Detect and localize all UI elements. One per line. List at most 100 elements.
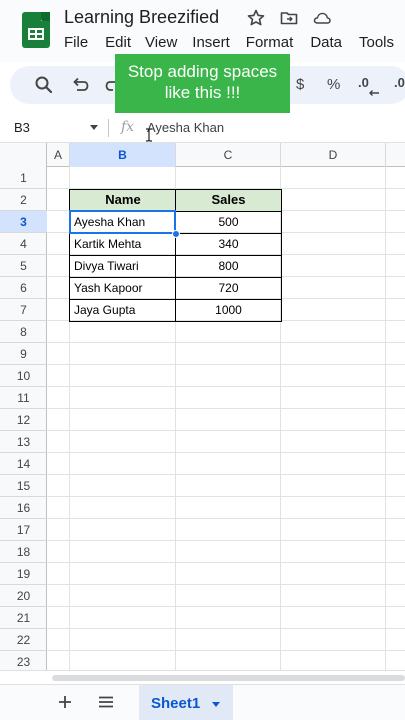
header-cell-sales[interactable]: Sales — [176, 189, 281, 211]
column-header-c[interactable]: C — [176, 143, 281, 167]
menu-data[interactable]: Data — [310, 34, 342, 51]
cloud-status-icon[interactable] — [312, 8, 332, 28]
table-border — [281, 189, 282, 322]
increase-decimal-button[interactable]: .00 — [394, 75, 405, 90]
row-gridline — [47, 628, 405, 629]
cell-sales[interactable]: 720 — [176, 277, 281, 299]
row-gridline — [47, 650, 405, 651]
menu-file[interactable]: File — [64, 34, 88, 51]
row-header[interactable]: 13 — [0, 431, 47, 453]
row-header[interactable]: 17 — [0, 519, 47, 541]
row-header[interactable]: 5 — [0, 255, 47, 277]
tip-banner-line-1: Stop adding spaces — [127, 62, 278, 81]
column-header-d[interactable]: D — [281, 143, 386, 167]
row-gridline — [47, 540, 405, 541]
sheet-tab-dropdown-icon[interactable] — [212, 702, 220, 707]
row-header[interactable]: 6 — [0, 277, 47, 299]
cell-name[interactable]: Kartik Mehta — [70, 233, 176, 255]
column-header-row: A B C D — [0, 143, 405, 167]
row-header[interactable]: 1 — [0, 167, 47, 189]
cell-sales[interactable]: 800 — [176, 255, 281, 277]
star-icon[interactable] — [246, 8, 266, 28]
name-box[interactable]: B3 — [14, 120, 30, 135]
row-header[interactable]: 22 — [0, 629, 47, 651]
row-header[interactable]: 23 — [0, 651, 47, 670]
document-title[interactable]: Learning Breezified — [64, 7, 219, 28]
all-sheets-menu-icon[interactable] — [96, 692, 116, 712]
row-header[interactable]: 15 — [0, 475, 47, 497]
row-gridline — [47, 386, 405, 387]
formula-bar-divider — [108, 119, 109, 137]
formula-input[interactable]: Ayesha Khan — [147, 120, 224, 135]
percent-format-button[interactable]: % — [327, 76, 340, 93]
row-header[interactable]: 18 — [0, 541, 47, 563]
tip-banner: Stop adding spaces like this !!! — [115, 54, 290, 113]
table-border — [175, 189, 176, 322]
sheets-logo-icon[interactable] — [22, 12, 50, 48]
column-header-b[interactable]: B — [70, 143, 176, 167]
cell-sales[interactable]: 340 — [176, 233, 281, 255]
cell-name[interactable]: Yash Kapoor — [70, 277, 176, 299]
menu-view[interactable]: View — [145, 34, 177, 51]
decrease-decimal-button[interactable]: .0 — [358, 75, 369, 90]
spreadsheet-app: Learning Breezified File Edit View Inser… — [0, 0, 405, 720]
column-header-a[interactable]: A — [47, 143, 70, 167]
cell-name[interactable]: Divya Tiwari — [70, 255, 176, 277]
table-border — [69, 189, 70, 322]
column-gridline — [385, 167, 386, 670]
row-header[interactable]: 8 — [0, 321, 47, 343]
menu-bar: File Edit View Insert Format Data Tools — [64, 34, 405, 51]
row-gridline — [47, 364, 405, 365]
row-gridline — [47, 430, 405, 431]
spreadsheet-grid[interactable]: A B C D 1 2 3 4 5 6 7 8 9 10 11 12 13 14 15 16 17 18 19 20 2… — [0, 143, 405, 670]
row-gridline — [47, 408, 405, 409]
sheet-tab-active[interactable]: Sheet1 — [139, 685, 233, 720]
name-box-dropdown-icon[interactable] — [90, 125, 98, 130]
tip-banner-line-2: like this !!! — [164, 83, 241, 102]
row-header[interactable]: 20 — [0, 585, 47, 607]
horizontal-scrollbar[interactable] — [0, 670, 405, 684]
menu-tools[interactable]: Tools — [359, 34, 394, 51]
header-cell-name[interactable]: Name — [70, 189, 176, 211]
decrease-decimal-arrow-icon — [369, 90, 379, 96]
row-gridline — [47, 518, 405, 519]
row-header[interactable]: 11 — [0, 387, 47, 409]
menu-insert[interactable]: Insert — [192, 34, 230, 51]
row-header[interactable]: 14 — [0, 453, 47, 475]
row-header[interactable]: 4 — [0, 233, 47, 255]
add-sheet-icon[interactable] — [55, 692, 75, 712]
fill-handle[interactable] — [172, 230, 180, 238]
row-header[interactable]: 10 — [0, 365, 47, 387]
row-gridline — [47, 606, 405, 607]
text-cursor-icon — [146, 128, 152, 142]
row-header[interactable]: 21 — [0, 607, 47, 629]
row-gridline — [47, 474, 405, 475]
move-to-folder-icon[interactable] — [279, 8, 299, 28]
menu-edit[interactable]: Edit — [105, 34, 131, 51]
row-gridline — [47, 452, 405, 453]
menu-format[interactable]: Format — [246, 34, 294, 51]
sheet-bar: Sheet1 — [0, 684, 405, 720]
row-header[interactable]: 12 — [0, 409, 47, 431]
row-gridline — [47, 584, 405, 585]
currency-format-button[interactable]: $ — [296, 76, 304, 93]
row-gridline — [47, 562, 405, 563]
scrollbar-thumb[interactable] — [52, 675, 405, 681]
fx-icon: fx — [121, 119, 135, 135]
row-header[interactable]: 16 — [0, 497, 47, 519]
select-all-corner[interactable] — [0, 143, 47, 167]
sheet-tab-label: Sheet1 — [151, 695, 201, 712]
row-header[interactable]: 19 — [0, 563, 47, 585]
undo-icon[interactable] — [69, 74, 91, 96]
cell-name[interactable]: Jaya Gupta — [70, 299, 176, 321]
row-header[interactable]: 3 — [0, 211, 47, 233]
row-header[interactable]: 2 — [0, 189, 47, 211]
cell-sales[interactable]: 1000 — [176, 299, 281, 321]
active-cell-selection — [69, 210, 176, 234]
row-gridline — [47, 342, 405, 343]
search-menus-icon[interactable] — [33, 74, 55, 96]
formula-bar: B3 fx Ayesha Khan — [0, 113, 405, 143]
row-header[interactable]: 7 — [0, 299, 47, 321]
row-header[interactable]: 9 — [0, 343, 47, 365]
cell-sales[interactable]: 500 — [176, 211, 281, 233]
